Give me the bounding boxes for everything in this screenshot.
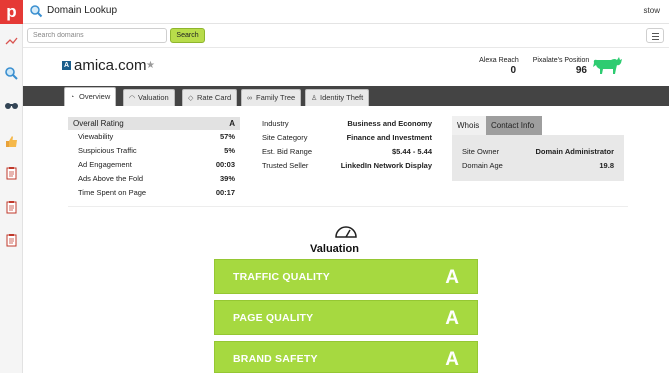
page-quality-card[interactable]: PAGE QUALITY A (214, 300, 478, 335)
info-label: Est. Bid Range (262, 147, 313, 156)
alexa-reach-value: 0 (510, 65, 516, 76)
tab-label: Overview (79, 92, 111, 101)
analytics-icon[interactable] (4, 34, 19, 49)
info-label: Site Category (262, 133, 308, 142)
table-row: Ad Engagement 00:03 (68, 158, 240, 172)
tab-label: Identity Theft (320, 93, 364, 102)
stat-value: 39% (219, 174, 235, 183)
left-sidebar: p (0, 0, 23, 373)
search-row: Search (23, 24, 669, 48)
tab-bar: ◔ Overview ◠ Valuation ◇ Rate Card ∞ Family … (23, 86, 669, 106)
link-icon: ∞ (247, 95, 252, 102)
bull-icon (593, 57, 622, 74)
whois-panel: Site Owner Domain Administrator Domain Ag… (452, 135, 624, 181)
tab-label: Rate Card (197, 93, 232, 102)
report-icon[interactable] (4, 200, 19, 215)
stat-value: 00:03 (215, 160, 235, 169)
pixalate-logo[interactable]: p (0, 0, 23, 24)
page-title: Domain Lookup (47, 5, 118, 16)
domain-favicon: A (62, 61, 71, 70)
menu-line (652, 39, 659, 40)
alexa-reach-label: Alexa Reach (479, 57, 519, 64)
overall-rating-row: Overall Rating A (68, 117, 240, 130)
domain-search-icon[interactable] (4, 66, 19, 81)
card-label: PAGE QUALITY (233, 312, 314, 324)
table-row: Ads Above the Fold 39% (68, 172, 240, 186)
app-window: p Domain Lookup stow Search domains Sear… (0, 0, 669, 373)
info-value: Business and Economy (347, 119, 432, 128)
tab-family-tree[interactable]: ∞ Family Tree (241, 89, 302, 106)
stat-value: 5% (224, 146, 235, 155)
domain-name: amica.com (74, 57, 147, 74)
table-row: Est. Bid Range $5.44 - 5.44 (262, 145, 432, 159)
top-bar: Domain Lookup stow (23, 0, 669, 24)
stat-label: Time Spent on Page (78, 188, 147, 197)
stat-label: Ad Engagement (78, 160, 132, 169)
info-label: Trusted Seller (262, 161, 309, 170)
domain-info-table: Industry Business and Economy Site Catego… (262, 117, 432, 173)
tab-label: Valuation (138, 93, 169, 102)
hamburger-menu-button[interactable] (646, 28, 664, 43)
table-row: Site Owner Domain Administrator (462, 145, 614, 159)
tab-contact-info[interactable]: Contact Info (486, 116, 542, 135)
section-divider (68, 206, 628, 207)
table-row: Trusted Seller LinkedIn Network Display (262, 159, 432, 173)
info-value: $5.44 - 5.44 (391, 147, 432, 156)
whois-value: 19.8 (599, 161, 614, 170)
menu-line (652, 33, 659, 34)
overview-icon: ◔ (70, 94, 75, 101)
whois-label: Domain Age (462, 161, 503, 170)
card-grade: A (445, 349, 459, 370)
tab-identity-theft[interactable]: ♙ Identity Theft (305, 89, 370, 106)
domain-lookup-icon (30, 5, 43, 18)
card-grade: A (445, 267, 459, 288)
tab-whois[interactable]: Whois (452, 116, 486, 135)
tag-icon: ◇ (188, 95, 194, 102)
overall-rating-value: A (229, 119, 235, 128)
info-value: Finance and Investment (346, 133, 432, 142)
table-row: Industry Business and Economy (262, 117, 432, 131)
valuation-icon: ◠ (129, 95, 136, 102)
rating-stats-table: Overall Rating A Viewability 57% Suspicio… (68, 117, 240, 200)
overall-rating-label: Overall Rating (73, 119, 124, 128)
info-value: LinkedIn Network Display (340, 161, 432, 170)
whois-label: Site Owner (462, 147, 500, 156)
alexa-reach: Alexa Reach 0 (476, 57, 522, 76)
person-icon: ♙ (311, 95, 318, 102)
tab-overview[interactable]: ◔ Overview (64, 87, 117, 106)
table-row: Domain Age 19.8 (462, 159, 614, 173)
thumbs-up-icon[interactable] (4, 134, 19, 149)
gauge-icon (335, 226, 357, 238)
brand-safety-card[interactable]: BRAND SAFETY A (214, 341, 478, 373)
stat-label: Viewability (78, 132, 114, 141)
stat-value: 57% (219, 132, 235, 141)
whois-value: Domain Administrator (535, 147, 614, 156)
info-label: Industry (262, 119, 289, 128)
traffic-quality-card[interactable]: TRAFFIC QUALITY A (214, 259, 478, 294)
card-label: BRAND SAFETY (233, 353, 318, 365)
pixalate-position-value: 96 (575, 65, 587, 76)
tab-label: Family Tree (256, 93, 296, 102)
search-button[interactable]: Search (170, 28, 205, 43)
favorite-star-icon[interactable]: ★ (146, 60, 155, 71)
tab-valuation[interactable]: ◠ Valuation (123, 89, 175, 106)
stat-label: Suspicious Traffic (78, 146, 137, 155)
stat-label: Ads Above the Fold (78, 174, 144, 183)
valuation-title: Valuation (310, 243, 359, 255)
table-row: Suspicious Traffic 5% (68, 144, 240, 158)
card-label: TRAFFIC QUALITY (233, 271, 330, 283)
table-row: Viewability 57% (68, 130, 240, 144)
search-input[interactable] (27, 28, 167, 43)
card-grade: A (445, 308, 459, 329)
pixalate-position: Pixalate's Position 96 (531, 57, 591, 76)
menu-line (652, 36, 659, 37)
tab-rate-card[interactable]: ◇ Rate Card (182, 89, 238, 106)
stat-value: 00:17 (215, 188, 235, 197)
table-row: Time Spent on Page 00:17 (68, 186, 240, 200)
table-row: Site Category Finance and Investment (262, 131, 432, 145)
user-menu[interactable]: stow (644, 6, 660, 15)
binoculars-icon[interactable] (4, 98, 19, 113)
report-icon[interactable] (4, 166, 19, 181)
pixalate-position-label: Pixalate's Position (532, 57, 590, 64)
